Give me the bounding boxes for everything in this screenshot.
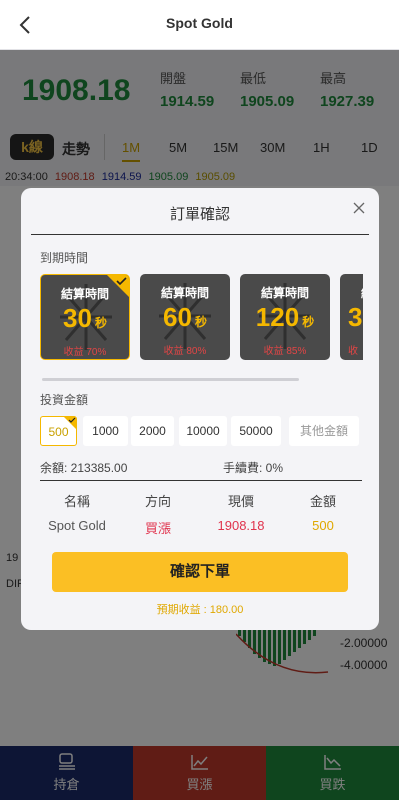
balance-text: 余額: 213385.00 [40,461,128,475]
card-return: 收益 80% [163,346,207,357]
card-return: 收益 70% [63,347,107,358]
card-title: 結算時間 [260,286,309,300]
cards-scrollbar[interactable] [42,378,299,381]
table-header: 現價 [227,494,254,509]
page-title: Spot Gold [166,15,233,31]
close-icon [353,202,365,214]
card-return: 收益 85% [263,346,307,357]
confirm-order-button[interactable]: 確認下單 [52,552,348,592]
amount-option-10000[interactable]: 10000 [179,416,227,446]
expiry-label: 到期時間 [40,251,89,265]
expiry-card-more[interactable]: 結算時間 3 收 [340,274,363,360]
other-amount-input[interactable]: 其他金額 [289,416,359,446]
card-return: 收 [348,346,358,357]
amount-option-1000[interactable]: 1000 [83,416,128,446]
table-header: 方向 [144,494,171,509]
amount-options: 500 1000 2000 10000 50000 其他金額 [40,416,360,448]
modal-title: 訂單確認 [169,206,230,223]
card-number: 60 [163,302,192,332]
order-confirm-modal: 訂單確認 到期時間 結算時間 30 秒 收益 70% 結算時間 60 秒 收益 80… [21,188,379,630]
table-header: 金額 [309,494,336,509]
info-divider [40,480,362,481]
fee-text: 手續費: 0% [223,461,284,475]
amount-option-50000[interactable]: 50000 [231,416,281,446]
order-name: Spot Gold [48,518,106,533]
card-unit: 秒 [302,315,315,329]
check-icon [107,275,129,297]
order-direction: 買漲 [144,521,171,536]
amount-option-2000[interactable]: 2000 [131,416,174,446]
expected-income: 預期收益 : 180.00 [156,604,244,616]
table-header: 名稱 [63,494,90,509]
top-bar: Spot Gold [0,0,399,50]
card-value: 3 [348,302,363,333]
header-divider [31,234,369,235]
order-amount: 500 [312,518,334,533]
card-value: 120 秒 [240,302,330,333]
card-number: 3 [348,302,363,332]
amount-option-500[interactable]: 500 [40,416,77,446]
card-title: 結算時間 [160,286,209,300]
order-price: 1908.18 [217,518,265,533]
card-value: 30 秒 [41,303,129,334]
amount-label: 投資金額 [40,393,89,407]
close-button[interactable] [349,198,369,218]
card-number: 30 [63,303,92,333]
expiry-card-60s[interactable]: 結算時間 60 秒 收益 80% [140,274,230,360]
expiry-card-120s[interactable]: 結算時間 120 秒 收益 85% [240,274,330,360]
expiry-card-30s[interactable]: 結算時間 30 秒 收益 70% [40,274,130,360]
card-unit: 秒 [194,315,207,329]
modal-header: 訂單確認 [21,188,379,234]
card-value: 60 秒 [140,302,230,333]
card-title: 結算時間 [340,284,363,301]
check-icon [64,417,76,429]
card-number: 120 [255,302,300,332]
expiry-cards: 結算時間 30 秒 收益 70% 結算時間 60 秒 收益 80% 結算時間 120… [40,274,363,362]
card-unit: 秒 [94,316,107,330]
